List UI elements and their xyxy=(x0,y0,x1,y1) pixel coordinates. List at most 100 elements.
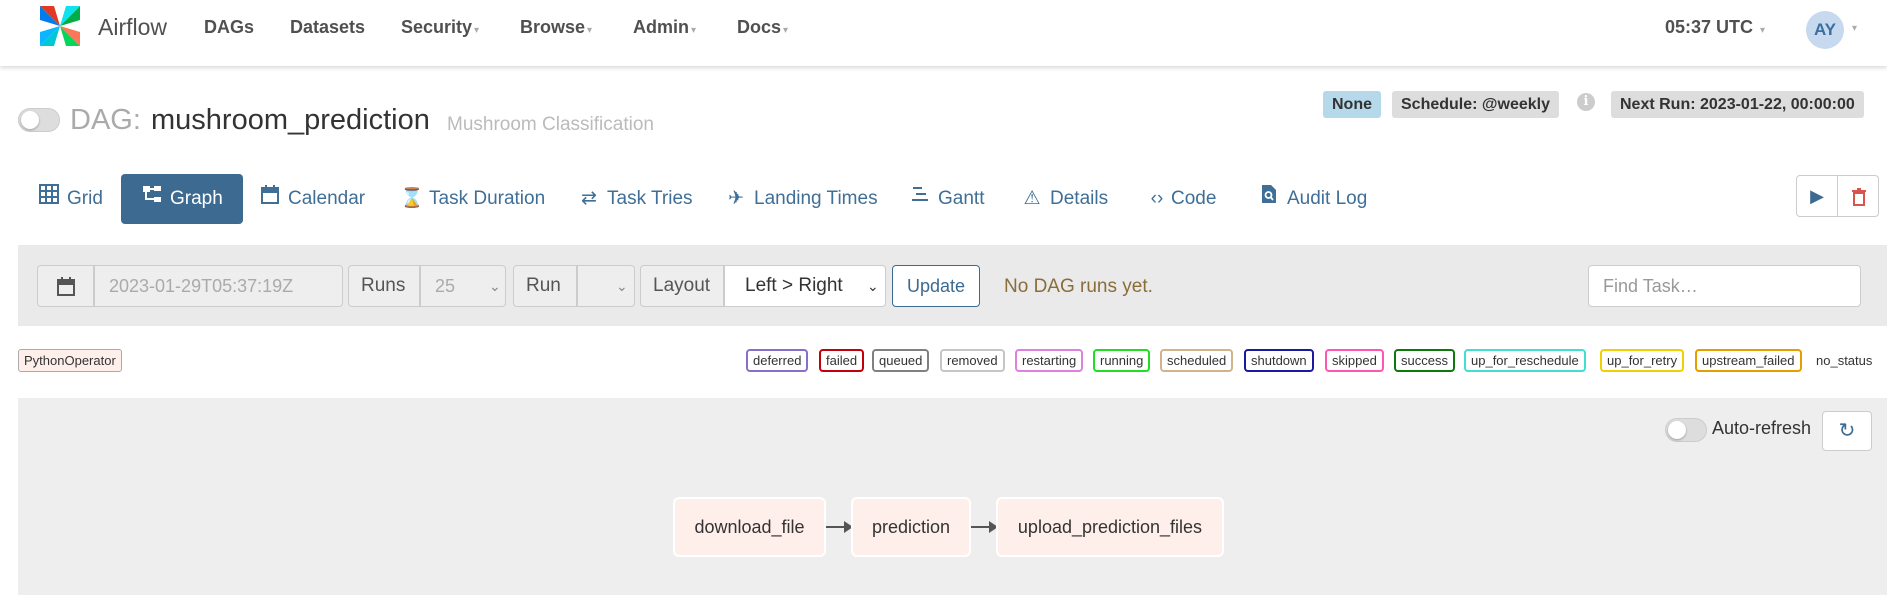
state-upstream-failed[interactable]: upstream_failed xyxy=(1695,349,1802,372)
status-message: No DAG runs yet. xyxy=(1004,276,1153,297)
state-queued[interactable]: queued xyxy=(872,349,930,372)
calendar-icon xyxy=(56,275,76,296)
state-no-status[interactable]: no_status xyxy=(1816,353,1872,368)
runs-select[interactable]: 25 ⌄ xyxy=(420,265,506,307)
nav-dags-label: DAGs xyxy=(204,17,255,37)
top-navbar: Airflow DAGs Datasets Security ▾ Browse ▾ … xyxy=(0,0,1887,66)
clock-label: 05:37 UTC xyxy=(1665,17,1754,37)
state-failed[interactable]: failed xyxy=(819,349,865,372)
retry-icon: ⇄ xyxy=(581,188,597,209)
operator-legend-python[interactable]: PythonOperator xyxy=(18,349,122,372)
run-label: Run xyxy=(513,265,577,307)
task-node-upload-prediction-files[interactable]: upload_prediction_files xyxy=(996,497,1224,557)
tab-task-tries-label: Task Tries xyxy=(607,188,693,209)
chevron-down-icon[interactable]: ▾ xyxy=(1852,23,1857,34)
chevron-down-icon: ⌄ xyxy=(489,278,501,294)
tab-details-label: Details xyxy=(1050,188,1109,209)
layout-select[interactable]: Left > Right ⌄ xyxy=(724,265,886,307)
chevron-down-icon: ⌄ xyxy=(616,278,628,294)
refresh-button[interactable]: ↻ xyxy=(1822,411,1872,451)
refresh-icon: ↻ xyxy=(1838,420,1856,442)
runs-label: Runs xyxy=(348,265,420,307)
update-button[interactable]: Update xyxy=(892,265,980,307)
nav-admin-label: Admin xyxy=(633,17,689,37)
tab-landing-times-label: Landing Times xyxy=(754,188,878,209)
nav-docs-label: Docs xyxy=(737,17,782,37)
chevron-down-icon: ▾ xyxy=(1760,25,1766,36)
utc-clock[interactable]: 05:37 UTC ▾ xyxy=(1665,17,1765,38)
chevron-down-icon: ▾ xyxy=(474,25,480,36)
info-icon[interactable]: i xyxy=(1577,93,1595,111)
tab-code[interactable]: ‹› Code xyxy=(1126,174,1236,224)
state-deferred[interactable]: deferred xyxy=(746,349,809,372)
plane-landing-icon: ✈ xyxy=(728,188,744,209)
base-date-input[interactable]: 2023-01-29T05:37:19Z xyxy=(94,265,343,307)
auto-refresh-toggle[interactable] xyxy=(1665,418,1707,442)
nav-datasets-label: Datasets xyxy=(290,17,366,37)
tab-task-duration-label: Task Duration xyxy=(429,188,546,209)
nav-docs[interactable]: Docs ▾ xyxy=(737,17,788,38)
run-select[interactable]: ⌄ xyxy=(577,265,635,307)
gantt-icon xyxy=(909,174,931,224)
nav-browse[interactable]: Browse ▾ xyxy=(520,17,592,38)
delete-dag-button[interactable] xyxy=(1838,176,1879,216)
play-icon: ▶ xyxy=(1810,186,1824,206)
next-run-badge: Next Run: 2023-01-22, 00:00:00 xyxy=(1611,91,1864,118)
brand-name[interactable]: Airflow xyxy=(98,14,167,41)
user-avatar[interactable]: AY xyxy=(1806,11,1844,49)
state-scheduled[interactable]: scheduled xyxy=(1160,349,1234,372)
find-task-input[interactable]: Find Task… xyxy=(1588,265,1861,307)
tab-details[interactable]: ⚠ Details xyxy=(1001,174,1128,224)
chevron-down-icon: ▾ xyxy=(783,25,789,36)
tab-code-label: Code xyxy=(1171,188,1217,209)
runs-select-value: 25 xyxy=(435,276,456,296)
nav-dags[interactable]: DAGs xyxy=(204,17,254,38)
tab-gantt[interactable]: Gantt xyxy=(889,174,1004,224)
graph-icon xyxy=(141,174,163,224)
airflow-logo-icon[interactable] xyxy=(36,2,84,50)
state-removed[interactable]: removed xyxy=(940,349,1005,372)
task-node-download-file[interactable]: download_file xyxy=(673,497,826,557)
tab-task-duration[interactable]: ⌛ Task Duration xyxy=(380,174,565,224)
edge-download-to-prediction xyxy=(826,521,853,533)
auto-refresh-label: Auto-refresh xyxy=(1712,418,1812,438)
tab-grid[interactable]: Grid xyxy=(18,174,123,224)
state-running[interactable]: running xyxy=(1093,349,1151,372)
tab-calendar[interactable]: Calendar xyxy=(239,174,385,224)
edge-prediction-to-upload xyxy=(971,521,998,533)
trash-icon xyxy=(1851,186,1866,207)
tab-task-tries[interactable]: ⇄ Task Tries xyxy=(558,174,713,224)
layout-select-value: Left > Right xyxy=(745,275,843,296)
trigger-dag-button[interactable]: ▶ xyxy=(1797,176,1838,216)
chevron-down-icon: ▾ xyxy=(587,25,593,36)
state-up-for-reschedule[interactable]: up_for_reschedule xyxy=(1464,349,1586,372)
nav-admin[interactable]: Admin ▾ xyxy=(633,17,696,38)
tab-audit-log-label: Audit Log xyxy=(1287,188,1368,209)
code-icon: ‹› xyxy=(1150,188,1164,209)
file-search-icon xyxy=(1258,174,1280,224)
schedule-badge: Schedule: @weekly xyxy=(1392,91,1559,118)
nav-security-label: Security xyxy=(401,17,473,37)
date-picker-button[interactable] xyxy=(37,265,94,307)
dag-description: Mushroom Classification xyxy=(447,114,654,135)
grid-icon xyxy=(38,174,60,224)
nav-datasets[interactable]: Datasets xyxy=(290,17,365,38)
dag-pause-toggle[interactable] xyxy=(18,108,60,132)
tab-audit-log[interactable]: Audit Log xyxy=(1238,174,1387,224)
state-success[interactable]: success xyxy=(1394,349,1455,372)
task-node-prediction[interactable]: prediction xyxy=(851,497,971,557)
state-skipped[interactable]: skipped xyxy=(1325,349,1384,372)
state-restarting[interactable]: restarting xyxy=(1015,349,1084,372)
hourglass-icon: ⌛ xyxy=(400,188,424,209)
warning-triangle-icon: ⚠ xyxy=(1023,188,1041,209)
chevron-down-icon: ▾ xyxy=(691,25,697,36)
calendar-icon xyxy=(259,174,281,224)
state-shutdown[interactable]: shutdown xyxy=(1244,349,1314,372)
tab-landing-times[interactable]: ✈ Landing Times xyxy=(705,174,898,224)
dag-prefix: DAG: xyxy=(70,104,141,136)
nav-security[interactable]: Security ▾ xyxy=(401,17,479,38)
tab-graph[interactable]: Graph xyxy=(121,174,243,224)
state-up-for-retry[interactable]: up_for_retry xyxy=(1600,349,1685,372)
owner-badge[interactable]: None xyxy=(1323,91,1381,118)
tab-calendar-label: Calendar xyxy=(288,188,366,209)
